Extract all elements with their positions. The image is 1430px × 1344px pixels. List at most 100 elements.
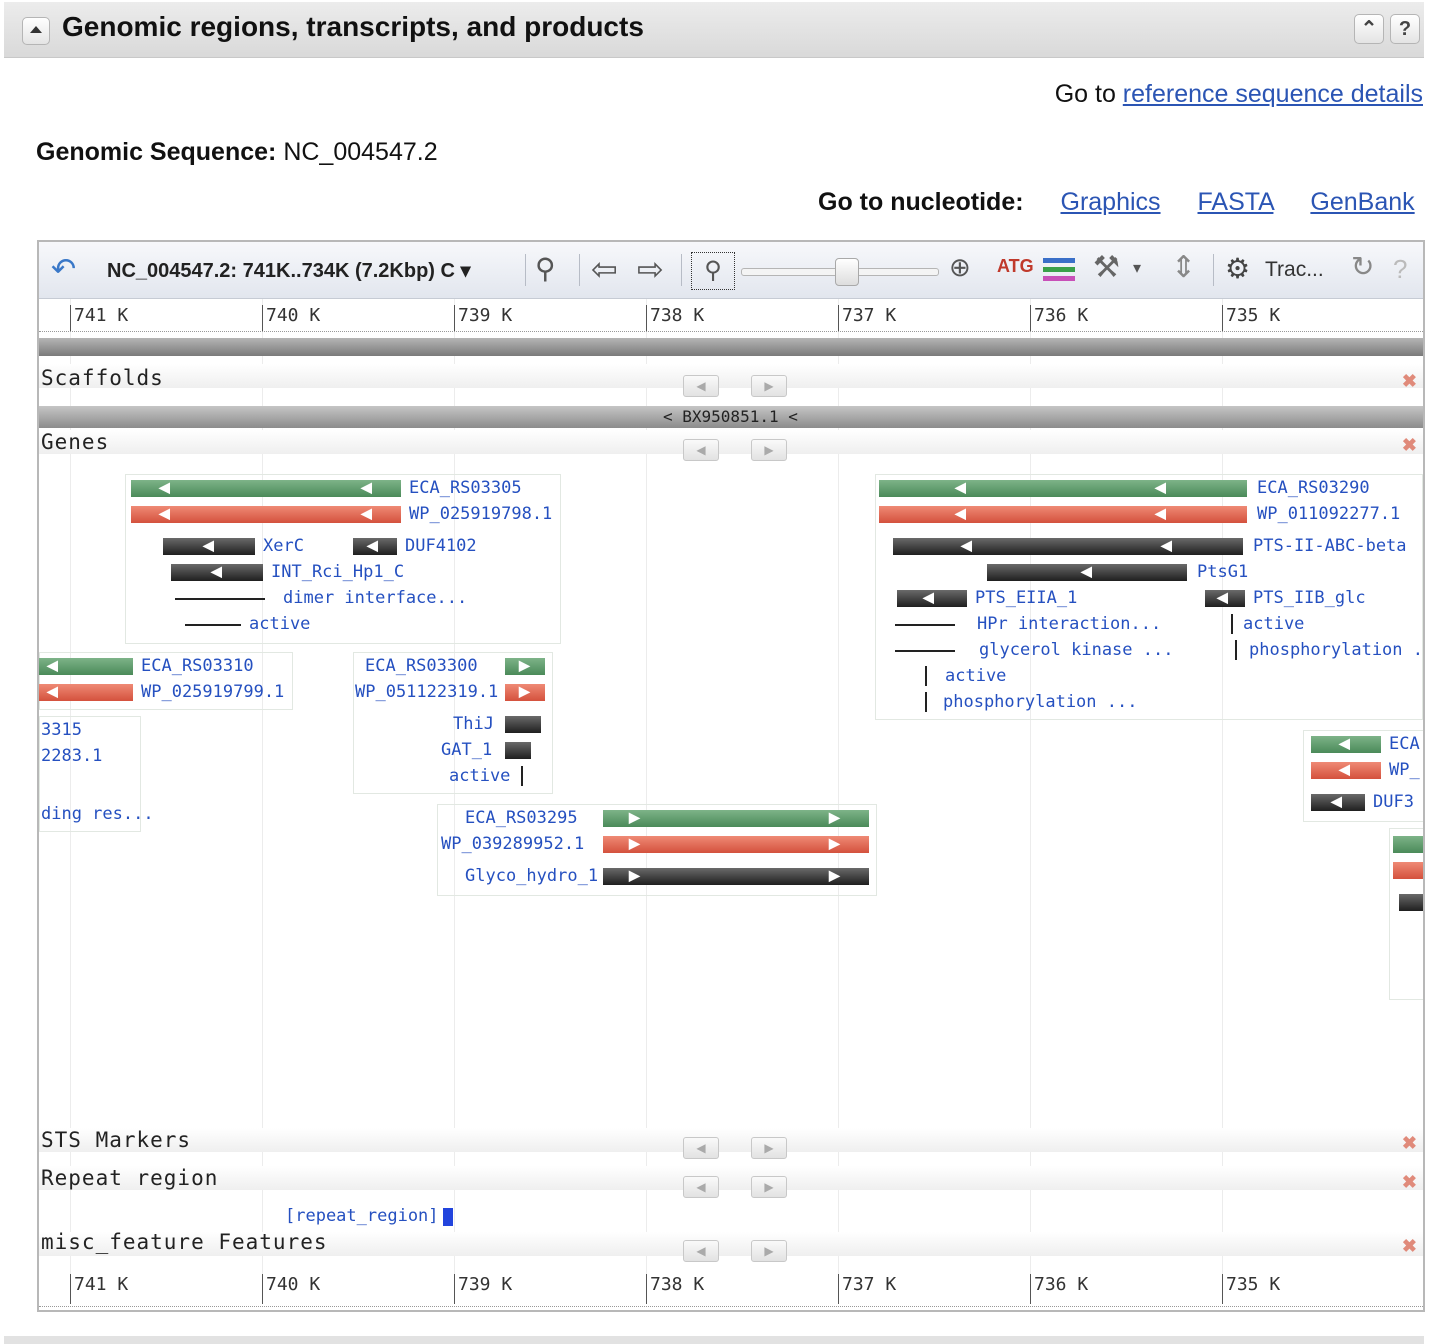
- domain-bar[interactable]: ◀: [897, 589, 967, 607]
- domain-bar[interactable]: ▶ ▶: [603, 867, 869, 885]
- tracks-color-icon[interactable]: [1043, 254, 1075, 284]
- collapse-button[interactable]: [22, 17, 50, 45]
- domain-bar[interactable]: ◀ ◀: [893, 537, 1243, 555]
- reference-sequence-link[interactable]: reference sequence details: [1123, 80, 1423, 108]
- pan-left-icon[interactable]: ⇦: [591, 250, 618, 288]
- domain-bar[interactable]: [505, 716, 541, 733]
- gene-label[interactable]: ECA_RS03300: [365, 656, 478, 676]
- domain-label[interactable]: GAT_1: [441, 740, 492, 760]
- domain-bar[interactable]: ◀: [163, 537, 255, 555]
- help-icon[interactable]: ?: [1390, 14, 1420, 44]
- domain-bar[interactable]: ◀: [1311, 793, 1365, 811]
- site-line[interactable]: [1231, 614, 1233, 634]
- protein-label[interactable]: WP_025919799.1: [141, 682, 284, 702]
- protein-label[interactable]: WP_011092277.1: [1257, 504, 1400, 524]
- next-feature-button[interactable]: ▶: [751, 1137, 787, 1159]
- graphics-link[interactable]: Graphics: [1061, 188, 1161, 216]
- close-icon[interactable]: ✖: [1402, 1236, 1417, 1257]
- protein-bar[interactable]: ◀: [39, 683, 133, 701]
- domain-label[interactable]: PTS_IIB_glc: [1253, 588, 1366, 608]
- scaffold-bar[interactable]: < BX950851.1 <: [39, 406, 1423, 428]
- help-icon[interactable]: ?: [1393, 254, 1407, 285]
- protein-bar[interactable]: ◀ ◀: [131, 505, 401, 523]
- site-line[interactable]: [1235, 640, 1237, 660]
- next-feature-button[interactable]: ▶: [751, 1240, 787, 1262]
- close-icon[interactable]: ✖: [1402, 371, 1417, 392]
- pan-right-icon[interactable]: ⇨: [637, 250, 664, 288]
- next-feature-button[interactable]: ▶: [751, 375, 787, 397]
- domain-label[interactable]: XerC: [263, 536, 304, 556]
- gene-bar[interactable]: ◀ ◀: [879, 479, 1247, 497]
- protein-bar[interactable]: [1393, 862, 1423, 879]
- site-label[interactable]: HPr interaction...: [977, 614, 1161, 634]
- repeat-feature-bar[interactable]: [443, 1208, 453, 1226]
- site-label[interactable]: phosphorylation ...: [1249, 640, 1423, 660]
- tools-icon[interactable]: ⚒: [1093, 250, 1120, 285]
- domain-label[interactable]: Glyco_hydro_1: [465, 866, 598, 886]
- reload-icon[interactable]: ↻: [1351, 250, 1374, 283]
- site-line[interactable]: [925, 692, 927, 712]
- domain-bar[interactable]: ◀: [353, 537, 397, 555]
- gene-bar[interactable]: [1393, 836, 1423, 853]
- gene-label[interactable]: ECA_RS03295: [465, 808, 578, 828]
- gene-bar[interactable]: ◀ ◀: [131, 479, 401, 497]
- sequence-atg-icon[interactable]: ATG: [997, 256, 1034, 277]
- site-line[interactable]: [175, 598, 265, 600]
- site-label[interactable]: active: [1243, 614, 1304, 634]
- collapse-tracks-icon[interactable]: ⇕: [1171, 250, 1196, 285]
- gene-bar[interactable]: ◀: [1311, 735, 1381, 753]
- site-label[interactable]: active: [945, 666, 1006, 686]
- protein-label[interactable]: WP_: [1389, 760, 1420, 780]
- domain-bar[interactable]: ◀: [1205, 589, 1245, 607]
- gene-label[interactable]: ECA_RS03310: [141, 656, 254, 676]
- site-label[interactable]: dimer interface...: [283, 588, 467, 608]
- site-label[interactable]: glycerol kinase ...: [979, 640, 1173, 660]
- zoom-region-icon[interactable]: ⚲: [691, 252, 735, 290]
- close-icon[interactable]: ✖: [1402, 435, 1417, 456]
- protein-label[interactable]: WP_051122319.1: [355, 682, 498, 702]
- prev-feature-button[interactable]: ◀: [683, 1137, 719, 1159]
- gene-label[interactable]: ECA: [1389, 734, 1420, 754]
- gene-bar[interactable]: ▶ ▶: [603, 809, 869, 827]
- gene-label[interactable]: ECA_RS03290: [1257, 478, 1370, 498]
- chevron-down-icon[interactable]: ▾: [1133, 258, 1141, 278]
- protein-bar[interactable]: ▶ ▶: [603, 835, 869, 853]
- next-feature-button[interactable]: ▶: [751, 1176, 787, 1198]
- protein-label[interactable]: WP_039289952.1: [441, 834, 584, 854]
- site-label[interactable]: phosphorylation ...: [943, 692, 1137, 712]
- domain-label[interactable]: DUF4102: [405, 536, 477, 556]
- fasta-link[interactable]: FASTA: [1198, 188, 1274, 216]
- domain-bar[interactable]: [1399, 894, 1423, 911]
- site-label[interactable]: active: [449, 766, 510, 786]
- domain-label[interactable]: PTS-II-ABC-beta: [1253, 536, 1407, 556]
- gene-label[interactable]: 3315: [41, 720, 82, 740]
- protein-bar[interactable]: ◀ ◀: [879, 505, 1247, 523]
- move-top-icon[interactable]: ⌃: [1354, 14, 1384, 44]
- domain-label[interactable]: PtsG1: [1197, 562, 1248, 582]
- domain-bar[interactable]: [505, 742, 531, 759]
- genbank-link[interactable]: GenBank: [1310, 188, 1414, 216]
- zoom-slider-handle[interactable]: [835, 258, 859, 286]
- site-line[interactable]: [895, 624, 955, 626]
- site-label[interactable]: ding res...: [41, 804, 154, 824]
- gene-bar[interactable]: ◀: [39, 657, 133, 675]
- protein-bar[interactable]: ▶: [505, 683, 545, 701]
- protein-label[interactable]: WP_025919798.1: [409, 504, 552, 524]
- prev-feature-button[interactable]: ◀: [683, 439, 719, 461]
- domain-label[interactable]: INT_Rci_Hp1_C: [271, 562, 404, 582]
- gene-bar[interactable]: ▶: [505, 657, 545, 675]
- search-icon[interactable]: ⚲: [535, 252, 556, 285]
- protein-bar[interactable]: ◀: [1311, 761, 1381, 779]
- undo-icon[interactable]: ↶: [51, 252, 76, 287]
- gene-label[interactable]: ECA_RS03305: [409, 478, 522, 498]
- close-icon[interactable]: ✖: [1402, 1133, 1417, 1154]
- domain-label[interactable]: PTS_EIIA_1: [975, 588, 1077, 608]
- site-label[interactable]: active: [249, 614, 310, 634]
- prev-feature-button[interactable]: ◀: [683, 1240, 719, 1262]
- next-feature-button[interactable]: ▶: [751, 439, 787, 461]
- tracks-button[interactable]: Trac...: [1265, 258, 1324, 282]
- gear-icon[interactable]: ⚙: [1225, 252, 1250, 285]
- domain-bar[interactable]: ◀: [987, 563, 1187, 581]
- site-line[interactable]: [521, 766, 523, 786]
- protein-label[interactable]: 2283.1: [41, 746, 102, 766]
